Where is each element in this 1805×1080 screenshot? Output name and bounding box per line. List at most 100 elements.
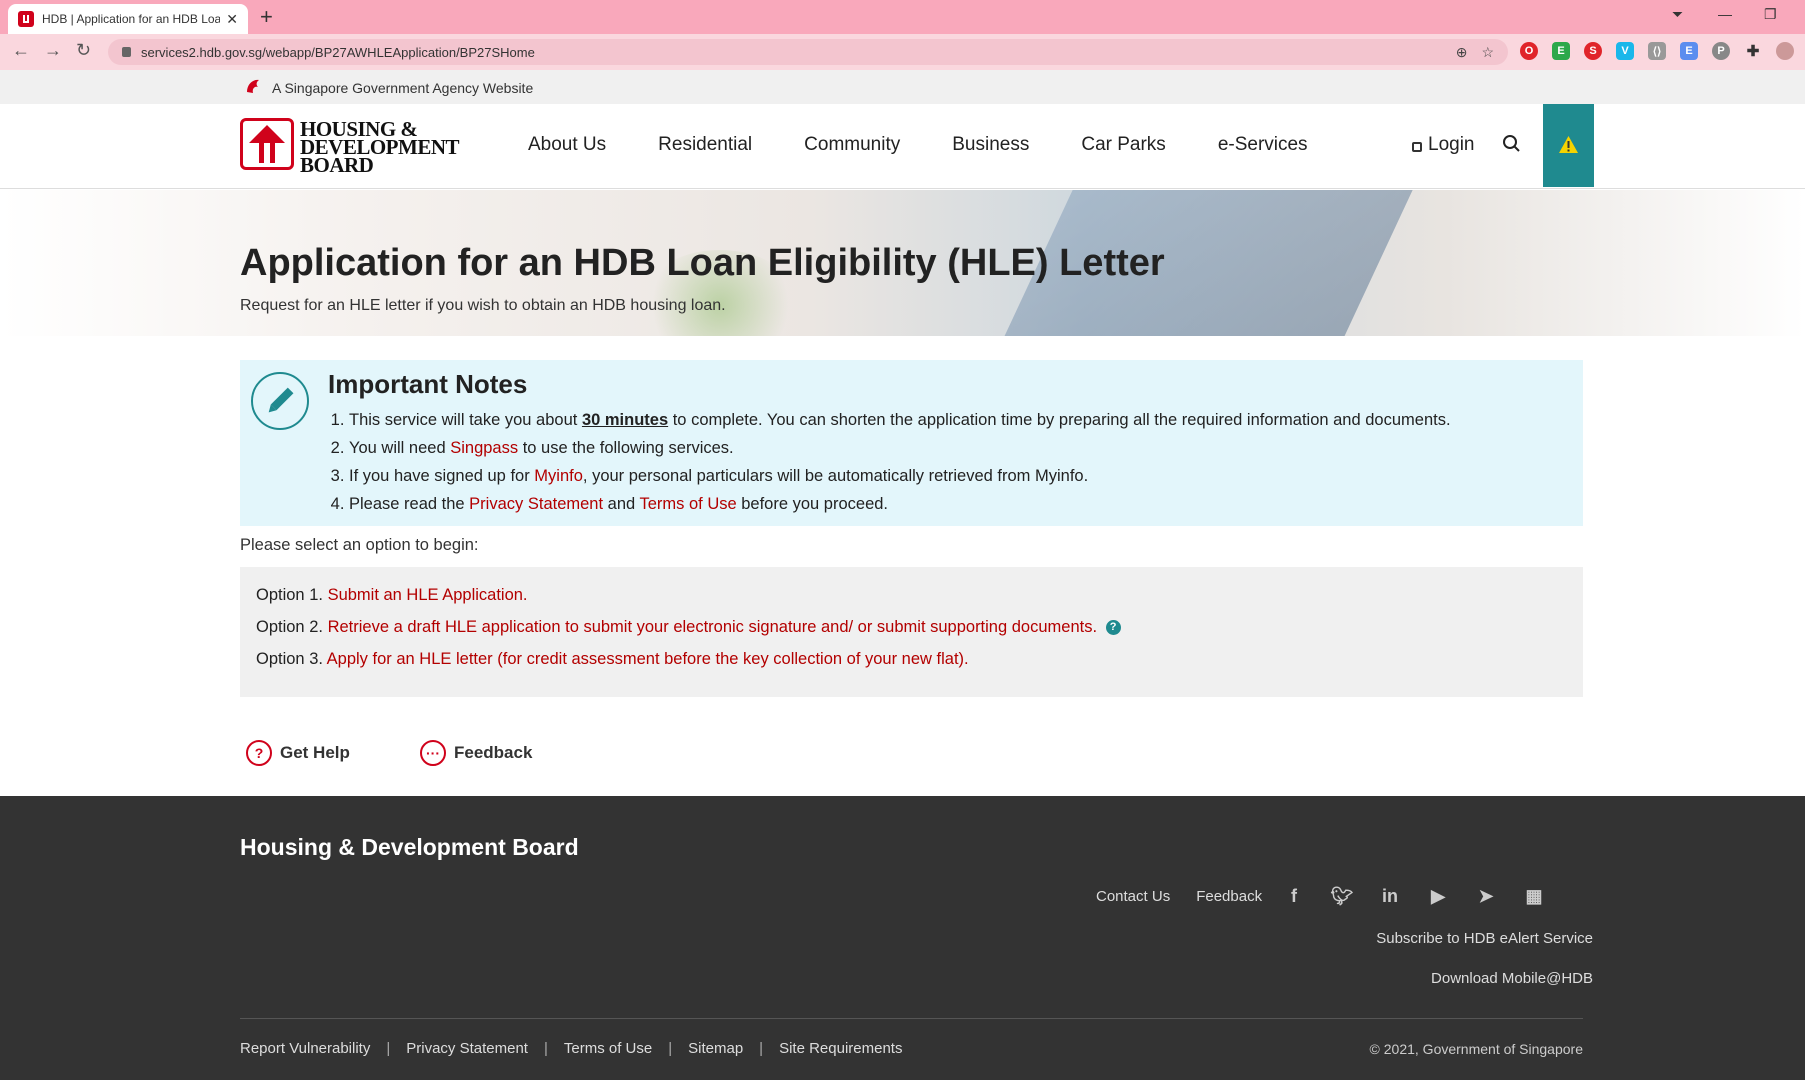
hdb-logo-text[interactable]: HOUSING & DEVELOPMENT BOARD — [300, 119, 460, 176]
gov-masthead: A Singapore Government Agency Website — [0, 70, 1805, 104]
padlock-icon — [1412, 142, 1422, 152]
minimize-icon[interactable]: — — [1718, 6, 1732, 22]
get-help-button[interactable]: ? Get Help — [246, 740, 350, 766]
facebook-icon[interactable]: f — [1280, 884, 1308, 908]
nav-about-us[interactable]: About Us — [528, 134, 606, 156]
warning-icon — [1559, 136, 1578, 153]
notes-list: This service will take you about 30 minu… — [349, 406, 1451, 518]
feedback-button[interactable]: ··· Feedback — [420, 740, 532, 766]
footer-divider — [240, 1018, 1583, 1019]
notes-heading: Important Notes — [328, 369, 528, 399]
search-icon[interactable] — [1502, 134, 1522, 154]
homes-app-icon[interactable]: ▦ — [1520, 884, 1548, 908]
vimeo-extension-icon[interactable]: V — [1616, 42, 1634, 60]
separator: | — [386, 1040, 391, 1057]
alert-button[interactable] — [1543, 104, 1594, 187]
footer-terms-link[interactable]: Terms of Use — [564, 1040, 652, 1057]
page-title: Application for an HDB Loan Eligibility … — [240, 242, 1165, 284]
singpass-link[interactable]: Singpass — [450, 439, 518, 457]
hdb-favicon-icon — [18, 11, 34, 27]
url-text: services2.hdb.gov.sg/webapp/BP27AWHLEApp… — [141, 44, 535, 60]
report-vulnerability-link[interactable]: Report Vulnerability — [240, 1040, 370, 1057]
separator: | — [759, 1040, 764, 1057]
footer-feedback-link[interactable]: Feedback — [1196, 888, 1262, 905]
opera-extension-icon[interactable]: O — [1520, 42, 1538, 60]
footer-bottom-links: Report Vulnerability | Privacy Statement… — [240, 1040, 902, 1057]
option-1-link[interactable]: Submit an HLE Application. — [328, 586, 528, 604]
subscribe-ealert-link[interactable]: Subscribe to HDB eAlert Service — [1376, 930, 1593, 947]
forward-icon[interactable]: → — [44, 40, 62, 61]
note-item: You will need Singpass to use the follow… — [349, 434, 1451, 462]
profile-menu-icon[interactable]: ⏷ — [1672, 6, 1683, 23]
question-icon: ? — [246, 740, 272, 766]
nav-business[interactable]: Business — [952, 134, 1029, 156]
copyright: © 2021, Government of Singapore — [1369, 1041, 1583, 1057]
site-header: HOUSING & DEVELOPMENT BOARD About Us Res… — [0, 104, 1805, 189]
hdb-logo-icon[interactable] — [240, 118, 294, 170]
site-requirements-link[interactable]: Site Requirements — [779, 1040, 902, 1057]
reload-icon[interactable]: ↻ — [76, 40, 91, 61]
bookmark-star-icon[interactable]: ☆ — [1481, 44, 1494, 61]
note-item: If you have signed up for Myinfo, your p… — [349, 462, 1451, 490]
note-item: This service will take you about 30 minu… — [349, 406, 1451, 434]
nav-residential[interactable]: Residential — [658, 134, 752, 156]
nav-e-services[interactable]: e-Services — [1218, 134, 1308, 156]
separator: | — [668, 1040, 673, 1057]
telegram-icon[interactable]: ➤ — [1472, 884, 1500, 908]
page-subtitle: Request for an HLE letter if you wish to… — [240, 297, 726, 314]
linkedin-icon[interactable]: in — [1376, 884, 1404, 908]
important-notes: Important Notes This service will take y… — [240, 360, 1583, 526]
login-label: Login — [1428, 134, 1475, 155]
login-button[interactable]: Login — [1412, 134, 1475, 156]
social-links: f 🐦︎ in ▶ ➤ ▦ — [1280, 884, 1548, 908]
extensions-puzzle-icon[interactable]: ✚ — [1744, 42, 1762, 60]
masthead-text: A Singapore Government Agency Website — [272, 80, 534, 96]
sitemap-link[interactable]: Sitemap — [688, 1040, 743, 1057]
evernote-extension-icon[interactable]: E — [1552, 42, 1570, 60]
separator: | — [543, 1040, 548, 1057]
option-3-link[interactable]: Apply for an HLE letter (for credit asse… — [327, 650, 969, 668]
hero-banner: Application for an HDB Loan Eligibility … — [0, 190, 1805, 336]
footer-privacy-link[interactable]: Privacy Statement — [406, 1040, 528, 1057]
terms-of-use-link[interactable]: Terms of Use — [639, 495, 736, 513]
footer-org-name: Housing & Development Board — [240, 834, 579, 860]
new-tab-icon[interactable]: + — [260, 4, 273, 30]
zoom-icon[interactable]: ⊕ — [1456, 44, 1468, 61]
site-footer: Housing & Development Board Contact Us F… — [0, 796, 1805, 1080]
lock-icon — [122, 47, 131, 57]
duration-text: 30 minutes — [581, 411, 669, 429]
nav-community[interactable]: Community — [804, 134, 900, 156]
myinfo-link[interactable]: Myinfo — [534, 467, 583, 485]
profile-avatar[interactable] — [1776, 42, 1794, 60]
help-tooltip-icon[interactable]: ? — [1105, 620, 1121, 636]
singapore-lion-icon — [247, 79, 259, 93]
download-app-link[interactable]: Download Mobile@HDB — [1431, 970, 1593, 987]
option-2-link[interactable]: Retrieve a draft HLE application to subm… — [328, 618, 1097, 636]
url-field[interactable]: services2.hdb.gov.sg/webapp/BP27AWHLEApp… — [108, 39, 1508, 65]
browser-tab-bar: HDB | Application for an HDB Loa ✕ + ⏷ —… — [0, 0, 1805, 34]
back-icon[interactable]: ← — [12, 40, 30, 61]
code-extension-icon[interactable]: ⟨⟩ — [1648, 42, 1666, 60]
option-row: Option 3. Apply for an HLE letter (for c… — [256, 650, 969, 668]
privacy-statement-link[interactable]: Privacy Statement — [469, 495, 603, 513]
s-extension-icon[interactable]: S — [1584, 42, 1602, 60]
option-prompt: Please select an option to begin: — [240, 536, 479, 554]
option-row: Option 2. Retrieve a draft HLE applicati… — [256, 618, 1121, 637]
nav-car-parks[interactable]: Car Parks — [1081, 134, 1165, 156]
tab-title: HDB | Application for an HDB Loa — [42, 12, 221, 26]
main-nav: About Us Residential Community Business … — [528, 134, 1308, 156]
chat-bubble-icon: ··· — [420, 740, 446, 766]
note-item: Please read the Privacy Statement and Te… — [349, 490, 1451, 518]
pinterest-extension-icon[interactable]: P — [1712, 42, 1730, 60]
restore-icon[interactable]: ❐ — [1764, 6, 1777, 23]
close-tab-icon[interactable]: ✕ — [226, 11, 238, 28]
pencil-icon — [251, 372, 309, 430]
option-row: Option 1. Submit an HLE Application. — [256, 586, 528, 604]
footer-top-links: Contact Us Feedback — [1096, 888, 1262, 905]
translate-extension-icon[interactable]: E — [1680, 42, 1698, 60]
browser-tab[interactable]: HDB | Application for an HDB Loa ✕ — [8, 4, 248, 34]
contact-us-link[interactable]: Contact Us — [1096, 888, 1170, 905]
youtube-icon[interactable]: ▶ — [1424, 884, 1452, 908]
twitter-icon[interactable]: 🐦︎ — [1328, 884, 1356, 908]
options-panel: Option 1. Submit an HLE Application. Opt… — [240, 567, 1583, 697]
